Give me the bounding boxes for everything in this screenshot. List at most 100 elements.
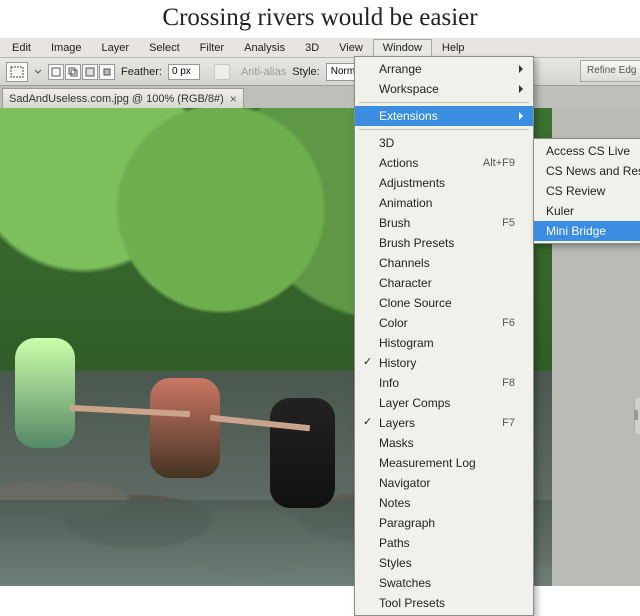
window-menu-animation[interactable]: Animation <box>355 193 533 213</box>
window-menu-measurement-log[interactable]: Measurement Log <box>355 453 533 473</box>
antialias-label: Anti-alias <box>241 66 286 78</box>
menu-analysis[interactable]: Analysis <box>234 39 295 57</box>
menu-item-label: Clone Source <box>379 296 452 310</box>
ext-access-cs-live[interactable]: Access CS Live <box>534 141 640 161</box>
ext-cs-news-and-reso[interactable]: CS News and Reso <box>534 161 640 181</box>
window-menu-arrange[interactable]: Arrange <box>355 59 533 79</box>
ext-kuler[interactable]: Kuler <box>534 201 640 221</box>
checkmark-icon: ✓ <box>363 355 372 368</box>
new-selection-icon[interactable] <box>48 64 64 80</box>
menu-item-label: Animation <box>379 196 432 210</box>
menu-filter[interactable]: Filter <box>190 39 234 57</box>
subtract-selection-icon[interactable] <box>82 64 98 80</box>
menu-item-label: Brush Presets <box>379 236 454 250</box>
style-label: Style: <box>292 66 320 78</box>
menu-item-label: Histogram <box>379 336 434 350</box>
menu-item-label: Workspace <box>379 82 439 96</box>
refine-edge-button[interactable]: Refine Edg <box>580 60 640 82</box>
menu-image[interactable]: Image <box>41 39 92 57</box>
tool-preset-dropdown-icon[interactable] <box>34 68 42 76</box>
window-menu-notes[interactable]: Notes <box>355 493 533 513</box>
menu-bar: EditImageLayerSelectFilterAnalysis3DView… <box>0 38 640 58</box>
menu-view[interactable]: View <box>329 39 373 57</box>
menu-item-label: Layers <box>379 416 415 430</box>
menu-item-label: Masks <box>379 436 414 450</box>
window-menu-adjustments[interactable]: Adjustments <box>355 173 533 193</box>
window-menu-histogram[interactable]: Histogram <box>355 333 533 353</box>
menu-shortcut: F7 <box>502 417 515 429</box>
window-menu-clone-source[interactable]: Clone Source <box>355 293 533 313</box>
menu-item-label: Color <box>379 316 408 330</box>
menu-edit[interactable]: Edit <box>2 39 41 57</box>
menu-item-label: Actions <box>379 156 418 170</box>
window-menu-history[interactable]: ✓ History <box>355 353 533 373</box>
window-menu-tool-presets[interactable]: Tool Presets <box>355 593 533 613</box>
menu-separator <box>359 129 529 130</box>
window-menu-masks[interactable]: Masks <box>355 433 533 453</box>
menu-window[interactable]: Window <box>373 39 432 57</box>
options-bar: Feather: Anti-alias Style: Normal <box>0 58 640 86</box>
menu-item-label: Layer Comps <box>379 396 450 410</box>
menu-item-label: Navigator <box>379 476 430 490</box>
menu-item-label: History <box>379 356 416 370</box>
intersect-selection-icon[interactable] <box>99 64 115 80</box>
checkmark-icon: ✓ <box>363 415 372 428</box>
window-menu-channels[interactable]: Channels <box>355 253 533 273</box>
window-menu-brush[interactable]: Brush F5 <box>355 213 533 233</box>
window-menu-paths[interactable]: Paths <box>355 533 533 553</box>
document-tab-bar: SadAndUseless.com.jpg @ 100% (RGB/8#) × <box>0 86 640 108</box>
menu-item-label: Tool Presets <box>379 596 445 610</box>
window-menu-info[interactable]: Info F8 <box>355 373 533 393</box>
menu-item-label: Arrange <box>379 62 422 76</box>
window-menu-3d[interactable]: 3D <box>355 133 533 153</box>
window-menu-brush-presets[interactable]: Brush Presets <box>355 233 533 253</box>
marquee-tool-icon[interactable] <box>6 62 28 82</box>
menu-item-label: Notes <box>379 496 410 510</box>
menu-item-label: Paragraph <box>379 516 435 530</box>
menu-item-label: Brush <box>379 216 410 230</box>
feather-input[interactable] <box>168 64 200 80</box>
add-selection-icon[interactable] <box>65 64 81 80</box>
window-menu-layers[interactable]: ✓ Layers F7 <box>355 413 533 433</box>
document-title: SadAndUseless.com.jpg @ 100% (RGB/8#) <box>9 93 224 105</box>
ext-mini-bridge[interactable]: Mini Bridge <box>534 221 640 241</box>
page-caption: Crossing rivers would be easier <box>0 0 640 38</box>
menu-shortcut: Alt+F9 <box>483 157 515 169</box>
menu-shortcut: F6 <box>502 317 515 329</box>
menu-separator <box>359 102 529 103</box>
window-menu-navigator[interactable]: Navigator <box>355 473 533 493</box>
window-menu-paragraph[interactable]: Paragraph <box>355 513 533 533</box>
menu-item-label: Measurement Log <box>379 456 476 470</box>
menu-shortcut: F8 <box>502 377 515 389</box>
window-menu-swatches[interactable]: Swatches <box>355 573 533 593</box>
menu-item-label: 3D <box>379 136 394 150</box>
window-menu-character[interactable]: Character <box>355 273 533 293</box>
menu-item-label: Adjustments <box>379 176 445 190</box>
menu-item-label: Info <box>379 376 399 390</box>
menu-item-label: Paths <box>379 536 410 550</box>
menu-layer[interactable]: Layer <box>92 39 140 57</box>
feather-label: Feather: <box>121 66 162 78</box>
window-menu-layer-comps[interactable]: Layer Comps <box>355 393 533 413</box>
ext-cs-review[interactable]: CS Review <box>534 181 640 201</box>
scrollbar-thumb[interactable] <box>634 410 638 420</box>
menu-shortcut: F5 <box>502 217 515 229</box>
menu-item-label: Channels <box>379 256 430 270</box>
menu-help[interactable]: Help <box>432 39 475 57</box>
menu-item-label: Extensions <box>379 109 438 123</box>
close-icon[interactable]: × <box>230 92 237 106</box>
window-menu-actions[interactable]: Actions Alt+F9 <box>355 153 533 173</box>
menu-item-label: Styles <box>379 556 412 570</box>
antialias-checkbox <box>206 64 238 80</box>
photoshop-window: EditImageLayerSelectFilterAnalysis3DView… <box>0 38 640 586</box>
menu-3d[interactable]: 3D <box>295 39 329 57</box>
document-tab[interactable]: SadAndUseless.com.jpg @ 100% (RGB/8#) × <box>2 88 244 108</box>
window-menu-dropdown: Arrange Workspace Extensions 3D Actions Alt+F… <box>354 56 534 616</box>
window-menu-styles[interactable]: Styles <box>355 553 533 573</box>
window-menu-color[interactable]: Color F6 <box>355 313 533 333</box>
menu-item-label: Character <box>379 276 432 290</box>
extensions-submenu: Access CS LiveCS News and ResoCS ReviewK… <box>533 138 640 244</box>
menu-select[interactable]: Select <box>139 39 190 57</box>
window-menu-extensions[interactable]: Extensions <box>355 106 533 126</box>
window-menu-workspace[interactable]: Workspace <box>355 79 533 99</box>
